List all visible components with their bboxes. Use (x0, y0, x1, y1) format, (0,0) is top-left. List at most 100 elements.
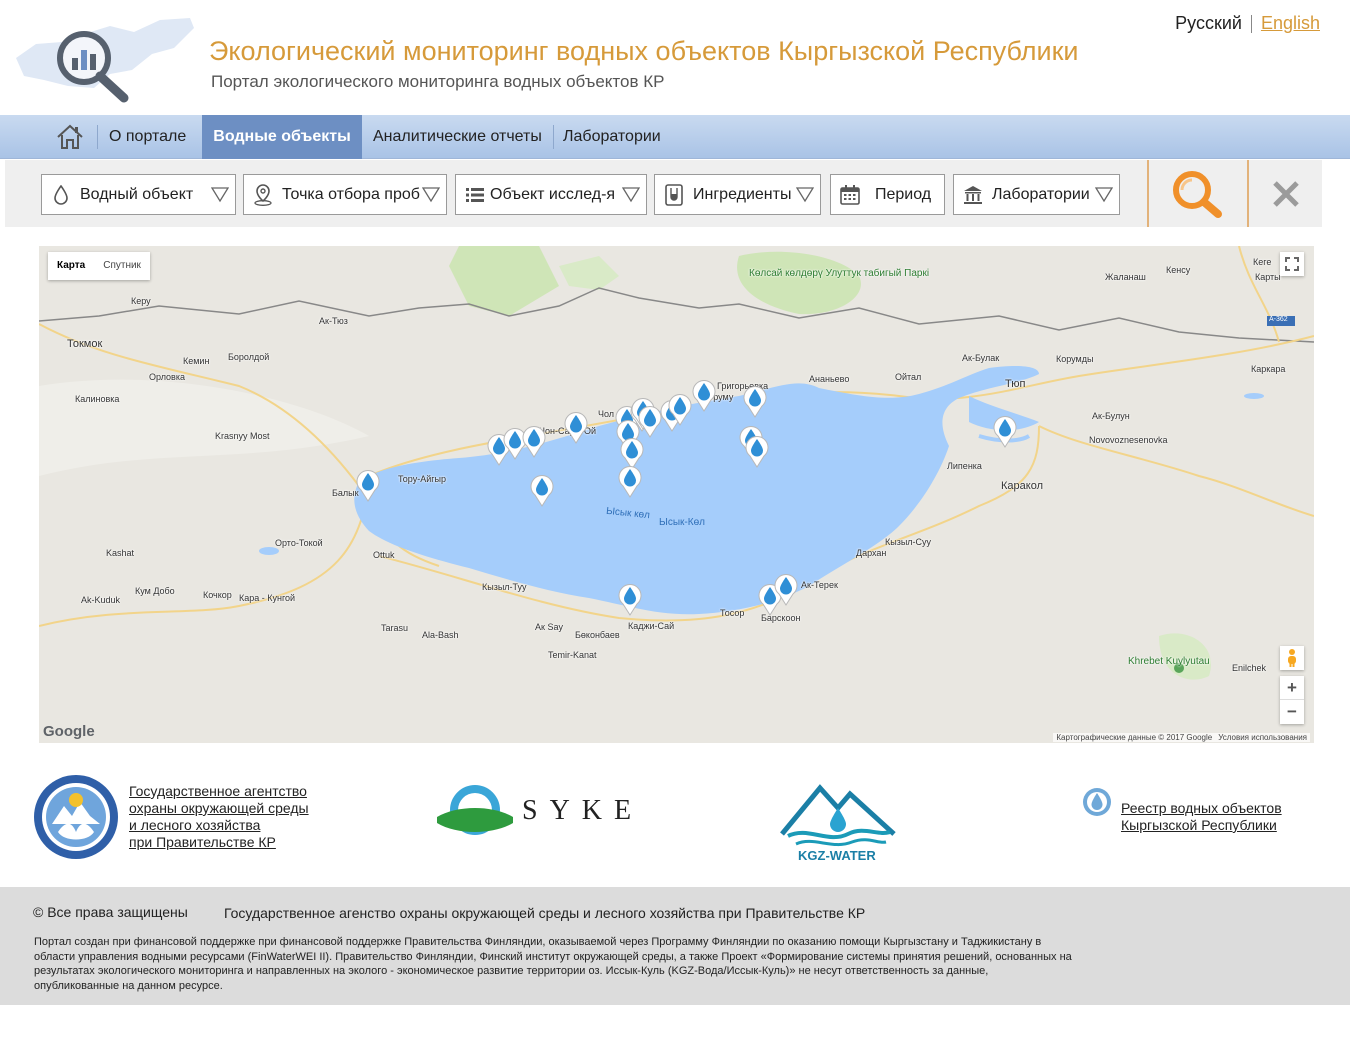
kgz-water-logo[interactable]: KGZ-WATER (778, 780, 898, 866)
map-type-satellite[interactable]: Спутник (94, 252, 150, 280)
map-label: Кара - Кунгой (239, 593, 296, 603)
map-label: Ак-Булак (962, 353, 1000, 363)
main-nav: О портале Водные объекты Аналитические о… (0, 115, 1350, 159)
map-label: Кызыл-Суу (885, 537, 932, 547)
water-sample-marker[interactable] (773, 572, 799, 606)
filter-research-object[interactable]: Объект исслед-я (455, 174, 647, 215)
search-icon (1173, 170, 1222, 218)
nav-home-button[interactable] (52, 119, 88, 155)
water-drop-icon[interactable] (1082, 786, 1112, 818)
water-registry-link[interactable]: Реестр водных объектов Кыргызской Респуб… (1121, 800, 1282, 834)
lang-divider (1250, 14, 1252, 33)
map-label-road: А-362 (1269, 316, 1288, 323)
map-label: Корумды (1056, 354, 1094, 364)
map-label: Ala-Bash (422, 630, 459, 640)
partners-section: Государственное агентство охраны окружаю… (0, 770, 1350, 870)
map-label: Ак-Тюз (319, 316, 348, 326)
fullscreen-button[interactable] (1280, 252, 1304, 276)
kyrgyzstan-map-icon (16, 18, 194, 103)
map-label: Ойтал (895, 372, 922, 382)
map-label: Жаланаш (1105, 272, 1146, 282)
map-label: Тюп (1005, 378, 1026, 390)
water-sample-marker[interactable] (617, 464, 643, 498)
map-label: Кеге (1253, 257, 1272, 267)
search-button[interactable] (1147, 160, 1249, 227)
map-label: Кум Добо (135, 586, 175, 596)
footer-disclaimer: Портал создан при финансовой поддержке п… (34, 936, 1072, 992)
clear-filters-button[interactable] (1251, 160, 1321, 227)
filter-water-object[interactable]: Водный объект (41, 174, 236, 215)
calendar-icon (839, 183, 861, 207)
language-switch: Русский English (1175, 13, 1320, 34)
water-sample-marker[interactable] (529, 473, 555, 507)
nav-water-objects[interactable]: Водные объекты (202, 115, 362, 159)
drop-icon (50, 183, 72, 207)
map-label: Ак-Булун (1092, 411, 1130, 421)
syke-logo[interactable]: SYKE (437, 783, 637, 839)
map-label: Орловка (149, 372, 185, 382)
water-sample-marker[interactable] (691, 378, 717, 412)
nav-laboratories[interactable]: Лаборатории (554, 115, 670, 159)
filter-ingredients[interactable]: Ингредиенты (654, 174, 821, 215)
map-label: Ак Say (535, 622, 563, 632)
pegman-icon (1288, 649, 1296, 667)
kyrgyz-emblem-icon[interactable] (32, 772, 120, 862)
map-label: Кочкор (203, 590, 232, 600)
water-sample-marker[interactable] (744, 434, 770, 468)
map-type-map[interactable]: Карта (48, 252, 94, 280)
terms-link[interactable]: Условия использования (1218, 733, 1307, 742)
street-view-button[interactable] (1280, 646, 1304, 670)
google-logo: Google (43, 723, 95, 740)
filter-sampling-point[interactable]: Точка отбора проб (243, 174, 447, 215)
agency-link[interactable]: Государственное агентство охраны окружаю… (129, 783, 309, 851)
map-attribution: Картографические данные © 2017 Google Ус… (1053, 733, 1310, 742)
chevron-down-icon (621, 185, 641, 208)
filter-period[interactable]: Период (830, 174, 945, 215)
water-sample-marker[interactable] (992, 414, 1018, 448)
nav-analytical-reports[interactable]: Аналитические отчеты (364, 115, 551, 159)
lang-russian[interactable]: Русский (1175, 13, 1242, 34)
zoom-in-button[interactable]: + (1280, 676, 1304, 700)
list-icon (464, 183, 486, 207)
map-label: Ак-Терек (801, 580, 838, 590)
lang-english[interactable]: English (1261, 13, 1320, 34)
map-label: Тосор (720, 608, 745, 618)
map-label: Каракол (1001, 480, 1043, 492)
water-sample-marker[interactable] (742, 384, 768, 418)
map-label-lake: Ысык-Көл (659, 517, 705, 528)
map-label: Novovoznesenovka (1089, 435, 1168, 445)
map-label: Тору-Айгыр (398, 474, 446, 484)
water-sample-marker[interactable] (617, 582, 643, 616)
map-label: Kashat (106, 548, 135, 558)
map-label: Бөконбаев (575, 630, 620, 640)
water-sample-marker[interactable] (563, 410, 589, 444)
map-label: Боролдой (228, 352, 270, 362)
filter-laboratories[interactable]: Лаборатории (953, 174, 1120, 215)
syke-wordmark: SYKE (522, 795, 644, 826)
map-label: Кызыл-Туу (482, 582, 527, 592)
map-label: Кенсу (1166, 265, 1191, 275)
nav-about[interactable]: О портале (100, 115, 195, 159)
mountains-water-icon (780, 784, 896, 847)
water-sample-marker[interactable] (355, 468, 381, 502)
fullscreen-icon (1285, 257, 1299, 271)
site-logo[interactable] (14, 14, 196, 104)
map-base-layer (39, 246, 1314, 743)
map-label: Enilchek (1232, 663, 1267, 673)
map-label: Чол (598, 409, 615, 419)
footer: © Все права защищены Государственное аге… (0, 887, 1350, 1005)
map-label: Калиновка (75, 394, 120, 404)
map-view[interactable]: Карта Спутник + − Google Картографически… (39, 246, 1314, 743)
water-sample-marker[interactable] (521, 424, 547, 458)
map-label: Ottuk (373, 550, 395, 560)
map-label: Khrebet Kuylyutau (1128, 656, 1210, 667)
zoom-out-button[interactable]: − (1280, 700, 1304, 724)
map-label: Орто-Токой (275, 538, 323, 548)
test-tube-icon (663, 183, 685, 207)
map-label: Керу (131, 296, 151, 306)
map-label: Krasnyy Most (215, 431, 270, 441)
filter-bar: Водный объект Точка отбора проб Объект и… (5, 160, 1322, 227)
water-sample-marker[interactable] (667, 392, 693, 426)
map-label: Дархан (856, 548, 887, 558)
zoom-control: + − (1280, 676, 1304, 724)
